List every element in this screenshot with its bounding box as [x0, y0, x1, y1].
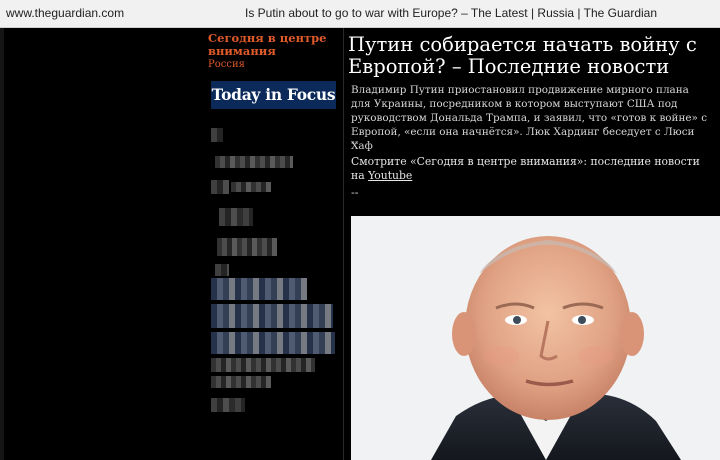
blurred-thumbnail — [211, 358, 315, 372]
today-in-focus-logo: Today in Focus — [211, 81, 336, 109]
address-bar-domain[interactable]: www.theguardian.com — [6, 6, 124, 20]
blurred-thumbnail — [211, 398, 245, 412]
portrait-illustration — [351, 216, 720, 460]
page-tab-title: Is Putin about to go to war with Europe?… — [245, 6, 658, 20]
article-standfirst: Владимир Путин приостановил продвижение … — [351, 84, 708, 152]
left-edge-strip — [0, 28, 4, 460]
blurred-thumbnail — [231, 182, 271, 192]
section-tag[interactable]: Россия — [208, 59, 245, 70]
article-main: Путин собирается начать войну с Европой?… — [344, 28, 720, 460]
series-title-link[interactable]: Сегодня в центре внимания — [208, 32, 338, 58]
watch-on-youtube: Смотрите «Сегодня в центре внимания»: по… — [351, 155, 711, 183]
blurred-thumbnail — [211, 332, 335, 354]
blurred-thumbnail — [217, 238, 277, 256]
browser-toolbar: www.theguardian.com Is Putin about to go… — [0, 0, 720, 28]
blurred-thumbnail — [211, 376, 271, 388]
separator-2: -- — [351, 186, 359, 199]
blurred-thumbnail — [211, 128, 223, 142]
article-headline: Путин собирается начать войну с Европой?… — [348, 33, 697, 78]
blurred-thumbnail — [211, 278, 307, 300]
blurred-thumbnail — [211, 180, 229, 194]
blurred-thumbnail — [211, 304, 333, 328]
youtube-link[interactable]: Youtube — [368, 169, 412, 182]
separator-1: -- — [351, 136, 359, 149]
article-photo — [351, 216, 720, 460]
sidebar: Сегодня в центре внимания Россия Today i… — [197, 28, 344, 460]
blurred-thumbnail — [215, 156, 293, 168]
blurred-thumbnail — [215, 264, 229, 276]
blurred-thumbnail — [219, 208, 253, 226]
